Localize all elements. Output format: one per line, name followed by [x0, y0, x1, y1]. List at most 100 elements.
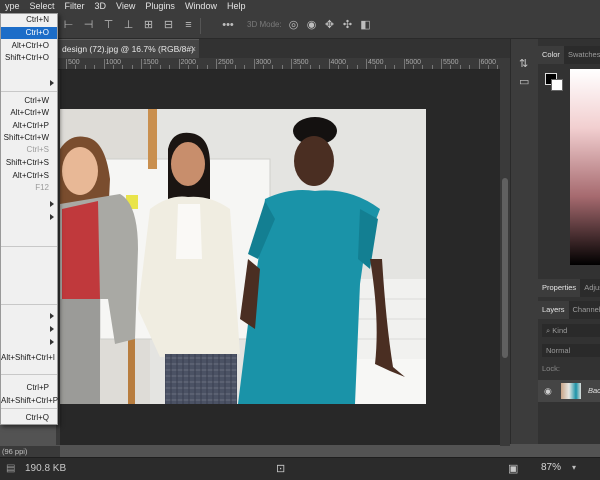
tab-channels[interactable]: Channels: [569, 301, 600, 319]
ruler-minor-tick: [375, 65, 377, 69]
menu-item-automate[interactable]: [1, 323, 57, 335]
menu-item-save-as[interactable]: Shift+Ctrl+S: [1, 157, 57, 169]
ruler-minor-tick: [450, 65, 452, 69]
background-color-swatch[interactable]: [551, 79, 563, 91]
ruler-minor-tick: [459, 65, 461, 69]
visibility-eye-icon[interactable]: ◉: [544, 386, 552, 397]
tab-layers[interactable]: Layers: [538, 301, 569, 319]
menu-item-close-all[interactable]: Alt+Ctrl+W: [1, 107, 57, 119]
menu-plugins[interactable]: Plugins: [140, 0, 180, 13]
layer-row[interactable]: ◉ Background: [538, 380, 600, 402]
ruler-tick: [253, 59, 255, 69]
document-image[interactable]: [60, 109, 426, 404]
menu-item-export[interactable]: [1, 198, 57, 210]
align-top-icon[interactable]: ⊥: [122, 19, 135, 32]
ruler-minor-tick: [337, 65, 339, 69]
align-left-icon[interactable]: ⊢: [62, 19, 75, 32]
menu-item-new[interactable]: Ctrl+N: [1, 14, 57, 26]
document-tab[interactable]: design (72).jpg @ 16.7% (RGB/8#) ×: [56, 39, 199, 58]
ruler-minor-tick: [187, 65, 189, 69]
close-tab-icon[interactable]: ×: [191, 40, 196, 58]
tab-adjustments[interactable]: Adjustments: [580, 279, 600, 297]
blend-mode-select[interactable]: Normal: [542, 344, 600, 357]
ruler-minor-tick: [347, 65, 349, 69]
menu-filter[interactable]: Filter: [60, 0, 90, 13]
zoom-dropdown-icon[interactable]: ▾: [572, 463, 576, 472]
screen-mode-icon[interactable]: ⊡: [276, 462, 285, 475]
tab-swatches[interactable]: Swatches: [564, 46, 600, 64]
menu-item-close-others[interactable]: Alt+Ctrl+P: [1, 120, 57, 132]
tab-properties[interactable]: Properties: [538, 279, 581, 297]
slide-3d-icon[interactable]: ✣: [341, 19, 354, 32]
menu-3d[interactable]: 3D: [90, 0, 112, 13]
layer-filter-field[interactable]: ⌕ Kind: [542, 324, 600, 337]
layer-thumbnail: [561, 383, 581, 399]
menu-select[interactable]: Select: [25, 0, 60, 13]
menu-item-print-one-copy[interactable]: Alt+Shift+Ctrl+P: [1, 395, 58, 407]
scale-3d-icon[interactable]: ◧: [359, 19, 372, 32]
align-right-icon[interactable]: ⊤: [102, 19, 115, 32]
menu-item-print[interactable]: Ctrl+P: [1, 382, 57, 394]
ruler-minor-tick: [197, 65, 199, 69]
document-tab-title: design (72).jpg @ 16.7% (RGB/8#): [62, 44, 194, 54]
roll-3d-icon[interactable]: ◉: [305, 19, 318, 32]
ruler-minor-tick: [169, 65, 171, 69]
ruler-minor-tick: [300, 65, 302, 69]
drag-3d-icon[interactable]: ✥: [323, 19, 336, 32]
ruler-minor-tick: [150, 65, 152, 69]
lock-label: Lock:: [542, 364, 560, 373]
layers-panel-tabs: Layers Channels: [538, 301, 600, 319]
submenu-arrow-icon: [50, 339, 54, 345]
menu-help[interactable]: Help: [222, 0, 251, 13]
menu-separator: [1, 304, 57, 305]
ruler-tick: [141, 59, 142, 69]
ruler-tick: [178, 59, 180, 69]
menu-item-save[interactable]: Ctrl+S: [1, 144, 57, 156]
zoom-fit-icon[interactable]: ▣: [508, 462, 518, 475]
menu-item-browse[interactable]: Alt+Ctrl+O: [1, 40, 57, 52]
align-middle-icon[interactable]: ⊞: [142, 19, 155, 32]
menu-window[interactable]: Window: [180, 0, 222, 13]
orbit-3d-icon[interactable]: ◎: [287, 19, 300, 32]
ruler-minor-tick: [84, 65, 86, 69]
align-bottom-icon[interactable]: ⊟: [162, 19, 175, 32]
menu-item-exit[interactable]: Ctrl+Q: [1, 412, 57, 424]
distribute-icon[interactable]: ≡: [182, 19, 195, 32]
ruler-minor-tick: [112, 65, 114, 69]
menu-item-close-and-go[interactable]: Shift+Ctrl+W: [1, 132, 57, 144]
document-info-icon[interactable]: ▤: [6, 463, 15, 474]
menu-item-open[interactable]: Ctrl+O: [1, 27, 57, 39]
menu-item-open-as[interactable]: Shift+Ctrl+O: [1, 52, 57, 64]
color-picker-field[interactable]: [570, 69, 600, 265]
menu-separator: [1, 408, 57, 409]
color-panel-tabs: Color Swatches: [538, 46, 600, 64]
properties-panel-tabs: Properties Adjustments: [538, 279, 600, 297]
menu-item-revert[interactable]: F12: [1, 182, 57, 194]
tab-color[interactable]: Color: [538, 46, 564, 64]
vertical-scrollbar[interactable]: [500, 58, 510, 446]
menu-item-close[interactable]: Ctrl+W: [1, 95, 57, 107]
adjust-icon[interactable]: ⇅: [519, 57, 528, 70]
more-options-icon[interactable]: •••: [218, 19, 238, 32]
ruler-minor-tick: [94, 65, 96, 69]
menu-separator: [1, 374, 57, 375]
menu-item-open-recent[interactable]: [1, 77, 57, 89]
menu-item-file-info[interactable]: Alt+Shift+Ctrl+I: [1, 352, 57, 364]
submenu-arrow-icon: [50, 313, 54, 319]
menu-item-place[interactable]: [1, 310, 57, 322]
file-menu-dropdown: Ctrl+N Ctrl+O Alt+Ctrl+O Shift+Ctrl+O Ct…: [0, 13, 58, 425]
align-center-icon[interactable]: ⊣: [82, 19, 95, 32]
ruler-minor-tick: [412, 65, 414, 69]
ruler-tick: [441, 59, 442, 69]
ruler-minor-tick: [356, 65, 358, 69]
menu-item-scripts[interactable]: [1, 336, 57, 348]
menu-type[interactable]: ype: [0, 0, 25, 13]
menu-view[interactable]: View: [111, 0, 140, 13]
zoom-level-value[interactable]: 87%: [541, 462, 561, 473]
ruler-minor-tick: [497, 65, 499, 69]
menu-item-save-copy[interactable]: Alt+Ctrl+S: [1, 170, 57, 182]
ruler-tick: [66, 59, 67, 69]
scrollbar-thumb[interactable]: [502, 178, 508, 358]
menu-item-generate[interactable]: [1, 211, 57, 223]
comment-icon[interactable]: ▭: [519, 75, 529, 88]
